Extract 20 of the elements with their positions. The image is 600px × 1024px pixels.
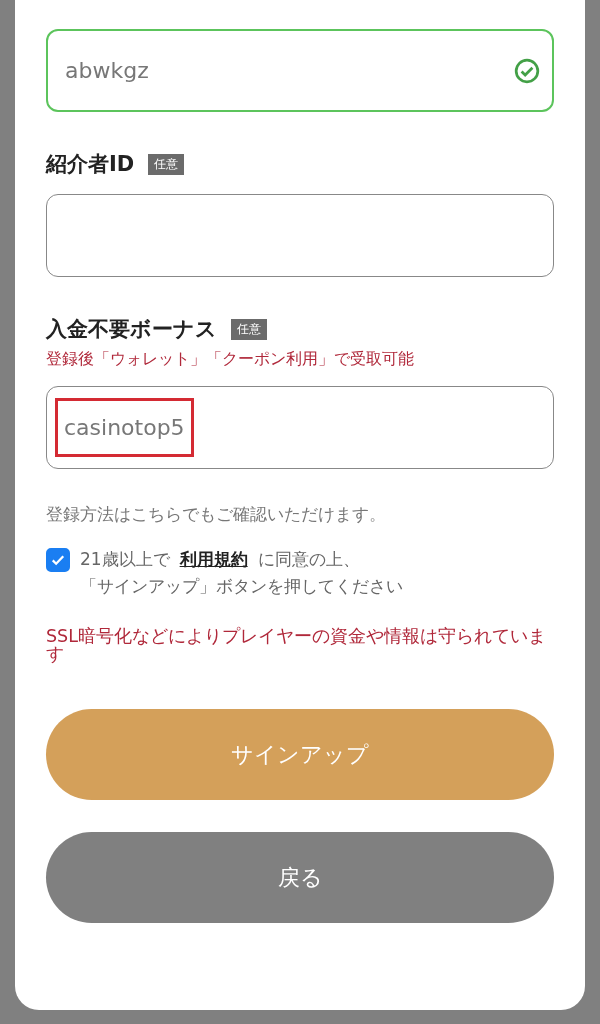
signup-button[interactable]: サインアップ [46,709,554,800]
agree-text: に同意の上、 [257,548,360,571]
field-label: 紹介者ID [46,151,135,178]
field-value: casinotop5 [55,398,194,457]
input-field[interactable]: abwkgz [46,29,554,112]
input-field[interactable]: casinotop5 [46,386,554,469]
check-circle-icon [514,57,540,84]
optional-tag: 任意 [231,318,267,340]
optional-tag: 任意 [148,153,185,175]
agree-checkbox[interactable] [46,548,70,572]
input-field[interactable] [46,194,554,277]
security-note: SSL暗号化などによりプレイヤーの資金や情報は守られています [46,627,547,663]
agree-text: 「サインアップ」ボタンを押してください [80,575,403,598]
agree-text: 21歳以上で [80,548,170,571]
terms-link[interactable]: 利用規約 [179,546,248,573]
back-button[interactable]: 戻る [46,832,554,923]
field-label: 入金不要ボーナス [46,316,217,343]
field-value: abwkgz [64,57,150,85]
info-text: 登録方法はこちらでもご確認いただけます。 [46,503,387,526]
field-note: 登録後「ウォレット」「クーポン利用」で受取可能 [46,349,415,370]
